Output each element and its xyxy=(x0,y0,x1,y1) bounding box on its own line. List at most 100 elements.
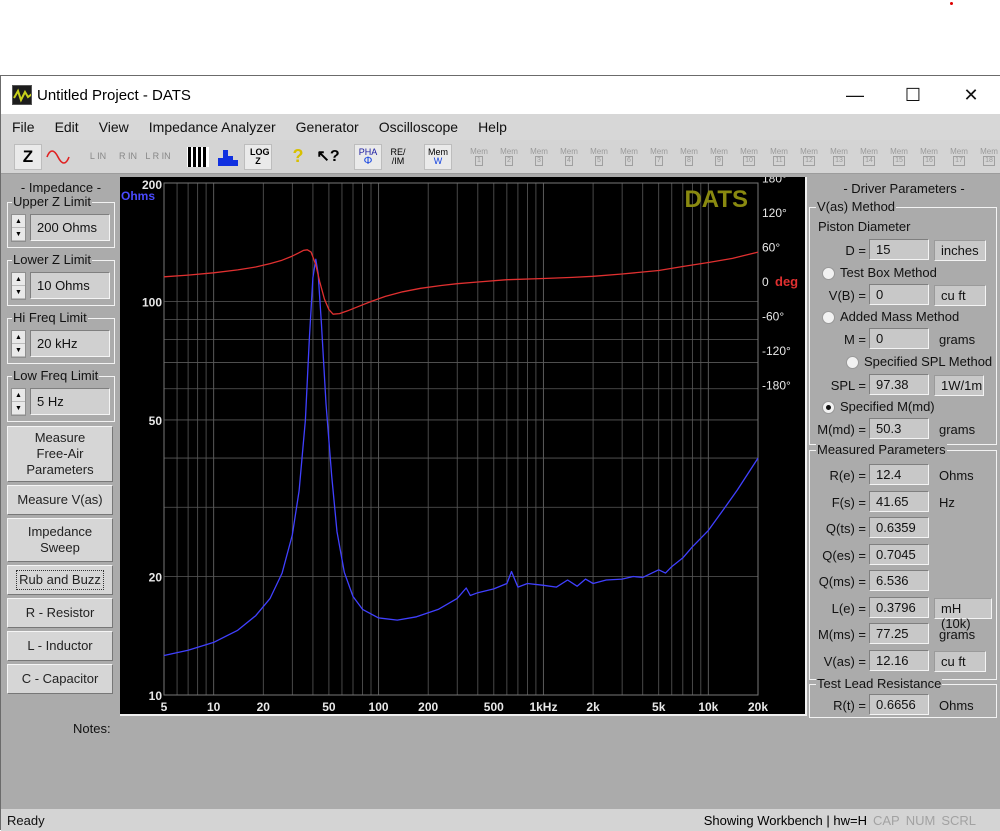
left-input-button[interactable]: L IN xyxy=(84,144,112,170)
memory-write-button[interactable]: Mem W xyxy=(424,143,452,170)
specified-mmd-method-radio[interactable] xyxy=(822,401,835,414)
real-imag-button[interactable]: RE/ /IM xyxy=(384,144,412,170)
spin-down-icon[interactable]: ▼ xyxy=(12,402,25,415)
test-box-method-radio[interactable] xyxy=(822,267,835,280)
mms-label: M(ms) = xyxy=(817,627,866,642)
menu-file[interactable]: File xyxy=(1,119,44,135)
low-freq-limit-field[interactable]: 5 Hz xyxy=(30,388,110,415)
memory-slot-button[interactable]: Mem 3 xyxy=(524,144,554,170)
specified-spl-method-radio[interactable] xyxy=(846,356,859,369)
memory-slot-button[interactable]: Mem 4 xyxy=(554,144,584,170)
spin-up-icon[interactable]: ▲ xyxy=(12,273,25,286)
le-label: L(e) = xyxy=(831,600,866,616)
memory-slot-button[interactable]: Mem 17 xyxy=(944,144,974,170)
memory-slot-button[interactable]: Mem 15 xyxy=(884,144,914,170)
lower-z-limit-group: Lower Z Limit ▲ ▼ 10 Ohms xyxy=(7,252,115,306)
impedance-mode-button[interactable]: Z xyxy=(14,143,42,170)
test-box-volume-field[interactable]: 0 xyxy=(869,284,929,305)
rub-and-buzz-button-label: Rub and Buzz xyxy=(16,570,104,590)
hi-freq-limit-spinner[interactable]: ▲ ▼ xyxy=(11,330,26,358)
memory-slot-button[interactable]: Mem 9 xyxy=(704,144,734,170)
stereo-input-button[interactable]: L R IN xyxy=(144,144,172,170)
mms-field[interactable]: 77.25 xyxy=(869,623,929,644)
memory-slot-button[interactable]: Mem 14 xyxy=(854,144,884,170)
spin-down-icon[interactable]: ▼ xyxy=(12,344,25,357)
memory-slot-button[interactable]: Mem 5 xyxy=(584,144,614,170)
lower-z-limit-field[interactable]: 10 Ohms xyxy=(30,272,110,299)
memory-slot-button[interactable]: Mem 18 xyxy=(974,144,1000,170)
re-field[interactable]: 12.4 xyxy=(869,464,929,485)
mmd-field[interactable]: 50.3 xyxy=(869,418,929,439)
help-button[interactable]: ? xyxy=(284,144,312,170)
impedance-sweep-button[interactable]: Impedance Sweep xyxy=(7,518,113,562)
added-mass-field[interactable]: 0 xyxy=(869,328,929,349)
menu-generator[interactable]: Generator xyxy=(285,119,368,135)
memory-slot-button[interactable]: Mem 10 xyxy=(734,144,764,170)
measure-free-air-button[interactable]: Measure Free-Air Parameters xyxy=(7,426,113,482)
le-field[interactable]: 0.3796 xyxy=(869,596,929,618)
inductor-button[interactable]: L - Inductor xyxy=(7,631,113,661)
close-button[interactable]: ✕ xyxy=(942,76,1000,114)
upper-z-limit-label: Upper Z Limit xyxy=(12,194,93,209)
memory-slot-button[interactable]: Mem 1 xyxy=(464,144,494,170)
low-freq-limit-spinner[interactable]: ▲ ▼ xyxy=(11,388,26,416)
right-input-button[interactable]: R IN xyxy=(114,144,142,170)
phase-button[interactable]: PHA Φ xyxy=(354,143,382,170)
menu-edit[interactable]: Edit xyxy=(44,119,88,135)
fs-field[interactable]: 41.65 xyxy=(869,490,929,512)
generator-wave-button[interactable] xyxy=(44,144,72,170)
mem-slot-number: 12 xyxy=(803,156,815,166)
rub-and-buzz-button[interactable]: Rub and Buzz xyxy=(7,565,113,595)
driver-parameters-panel: - Driver Parameters - V(as) Method Pisto… xyxy=(807,177,1000,718)
mem-slot-label: Mem xyxy=(470,147,488,156)
low-freq-limit-label: Low Freq Limit xyxy=(12,368,100,383)
bar-chart-button[interactable] xyxy=(214,144,242,170)
measured-parameters-group: Measured Parameters R(e) = 12.4 Ohms F(s) =… xyxy=(809,442,997,680)
hi-freq-limit-field[interactable]: 20 kHz xyxy=(30,330,110,357)
menu-help[interactable]: Help xyxy=(467,119,516,135)
piston-diameter-field[interactable]: 15 xyxy=(869,239,929,260)
added-mass-method-radio[interactable] xyxy=(822,311,835,324)
capacitor-button[interactable]: C - Capacitor xyxy=(7,664,113,694)
x-tick-label: 100 xyxy=(369,700,389,714)
vas-field[interactable]: 12.16 xyxy=(869,649,929,671)
m-label: M = xyxy=(843,332,866,347)
minimize-button[interactable]: — xyxy=(826,76,884,114)
lower-z-limit-spinner[interactable]: ▲ ▼ xyxy=(11,272,26,300)
spl-field[interactable]: 97.38 xyxy=(869,374,929,395)
memory-slot-button[interactable]: Mem 12 xyxy=(794,144,824,170)
measure-vas-button[interactable]: Measure V(as) xyxy=(7,485,113,515)
upper-z-limit-field[interactable]: 200 Ohms xyxy=(30,214,110,241)
qts-field[interactable]: 0.6359 xyxy=(869,517,929,538)
rt-label: R(t) = xyxy=(833,698,866,713)
spin-up-icon[interactable]: ▲ xyxy=(12,389,25,402)
memory-slot-button[interactable]: Mem 6 xyxy=(614,144,644,170)
y-right-tick-label: -60° xyxy=(762,310,784,324)
maximize-button[interactable]: ☐ xyxy=(884,76,942,114)
spin-down-icon[interactable]: ▼ xyxy=(12,228,25,241)
qes-field[interactable]: 0.7045 xyxy=(869,543,929,565)
resistor-button[interactable]: R - Resistor xyxy=(7,598,113,628)
log-z-button[interactable]: LOG Z xyxy=(244,143,272,170)
plot-svg: DATS 200 100 50 20 10 Ohms 180° 120° 60° 0 deg -60° -… xyxy=(121,177,798,714)
qms-field[interactable]: 6.536 xyxy=(869,570,929,591)
impedance-plot[interactable]: DATS 200 100 50 20 10 Ohms 180° 120° 60° 0 deg -60° -… xyxy=(120,177,807,716)
menu-oscilloscope[interactable]: Oscilloscope xyxy=(368,119,467,135)
piano-button[interactable] xyxy=(184,144,212,170)
background-dot xyxy=(950,2,953,5)
menu-view[interactable]: View xyxy=(88,119,138,135)
memory-slot-button[interactable]: Mem 2 xyxy=(494,144,524,170)
spin-up-icon[interactable]: ▲ xyxy=(12,331,25,344)
memory-slot-button[interactable]: Mem 7 xyxy=(644,144,674,170)
qes-label: Q(es) = xyxy=(822,547,866,563)
memory-slot-button[interactable]: Mem 8 xyxy=(674,144,704,170)
context-help-button[interactable]: ↖? xyxy=(314,144,342,170)
test-lead-resistance-field[interactable]: 0.6656 xyxy=(869,694,929,715)
spin-up-icon[interactable]: ▲ xyxy=(12,215,25,228)
spin-down-icon[interactable]: ▼ xyxy=(12,286,25,299)
memory-slot-button[interactable]: Mem 11 xyxy=(764,144,794,170)
memory-slot-button[interactable]: Mem 16 xyxy=(914,144,944,170)
memory-slot-button[interactable]: Mem 13 xyxy=(824,144,854,170)
upper-z-limit-spinner[interactable]: ▲ ▼ xyxy=(11,214,26,242)
menu-impedance-analyzer[interactable]: Impedance Analyzer xyxy=(138,119,285,135)
